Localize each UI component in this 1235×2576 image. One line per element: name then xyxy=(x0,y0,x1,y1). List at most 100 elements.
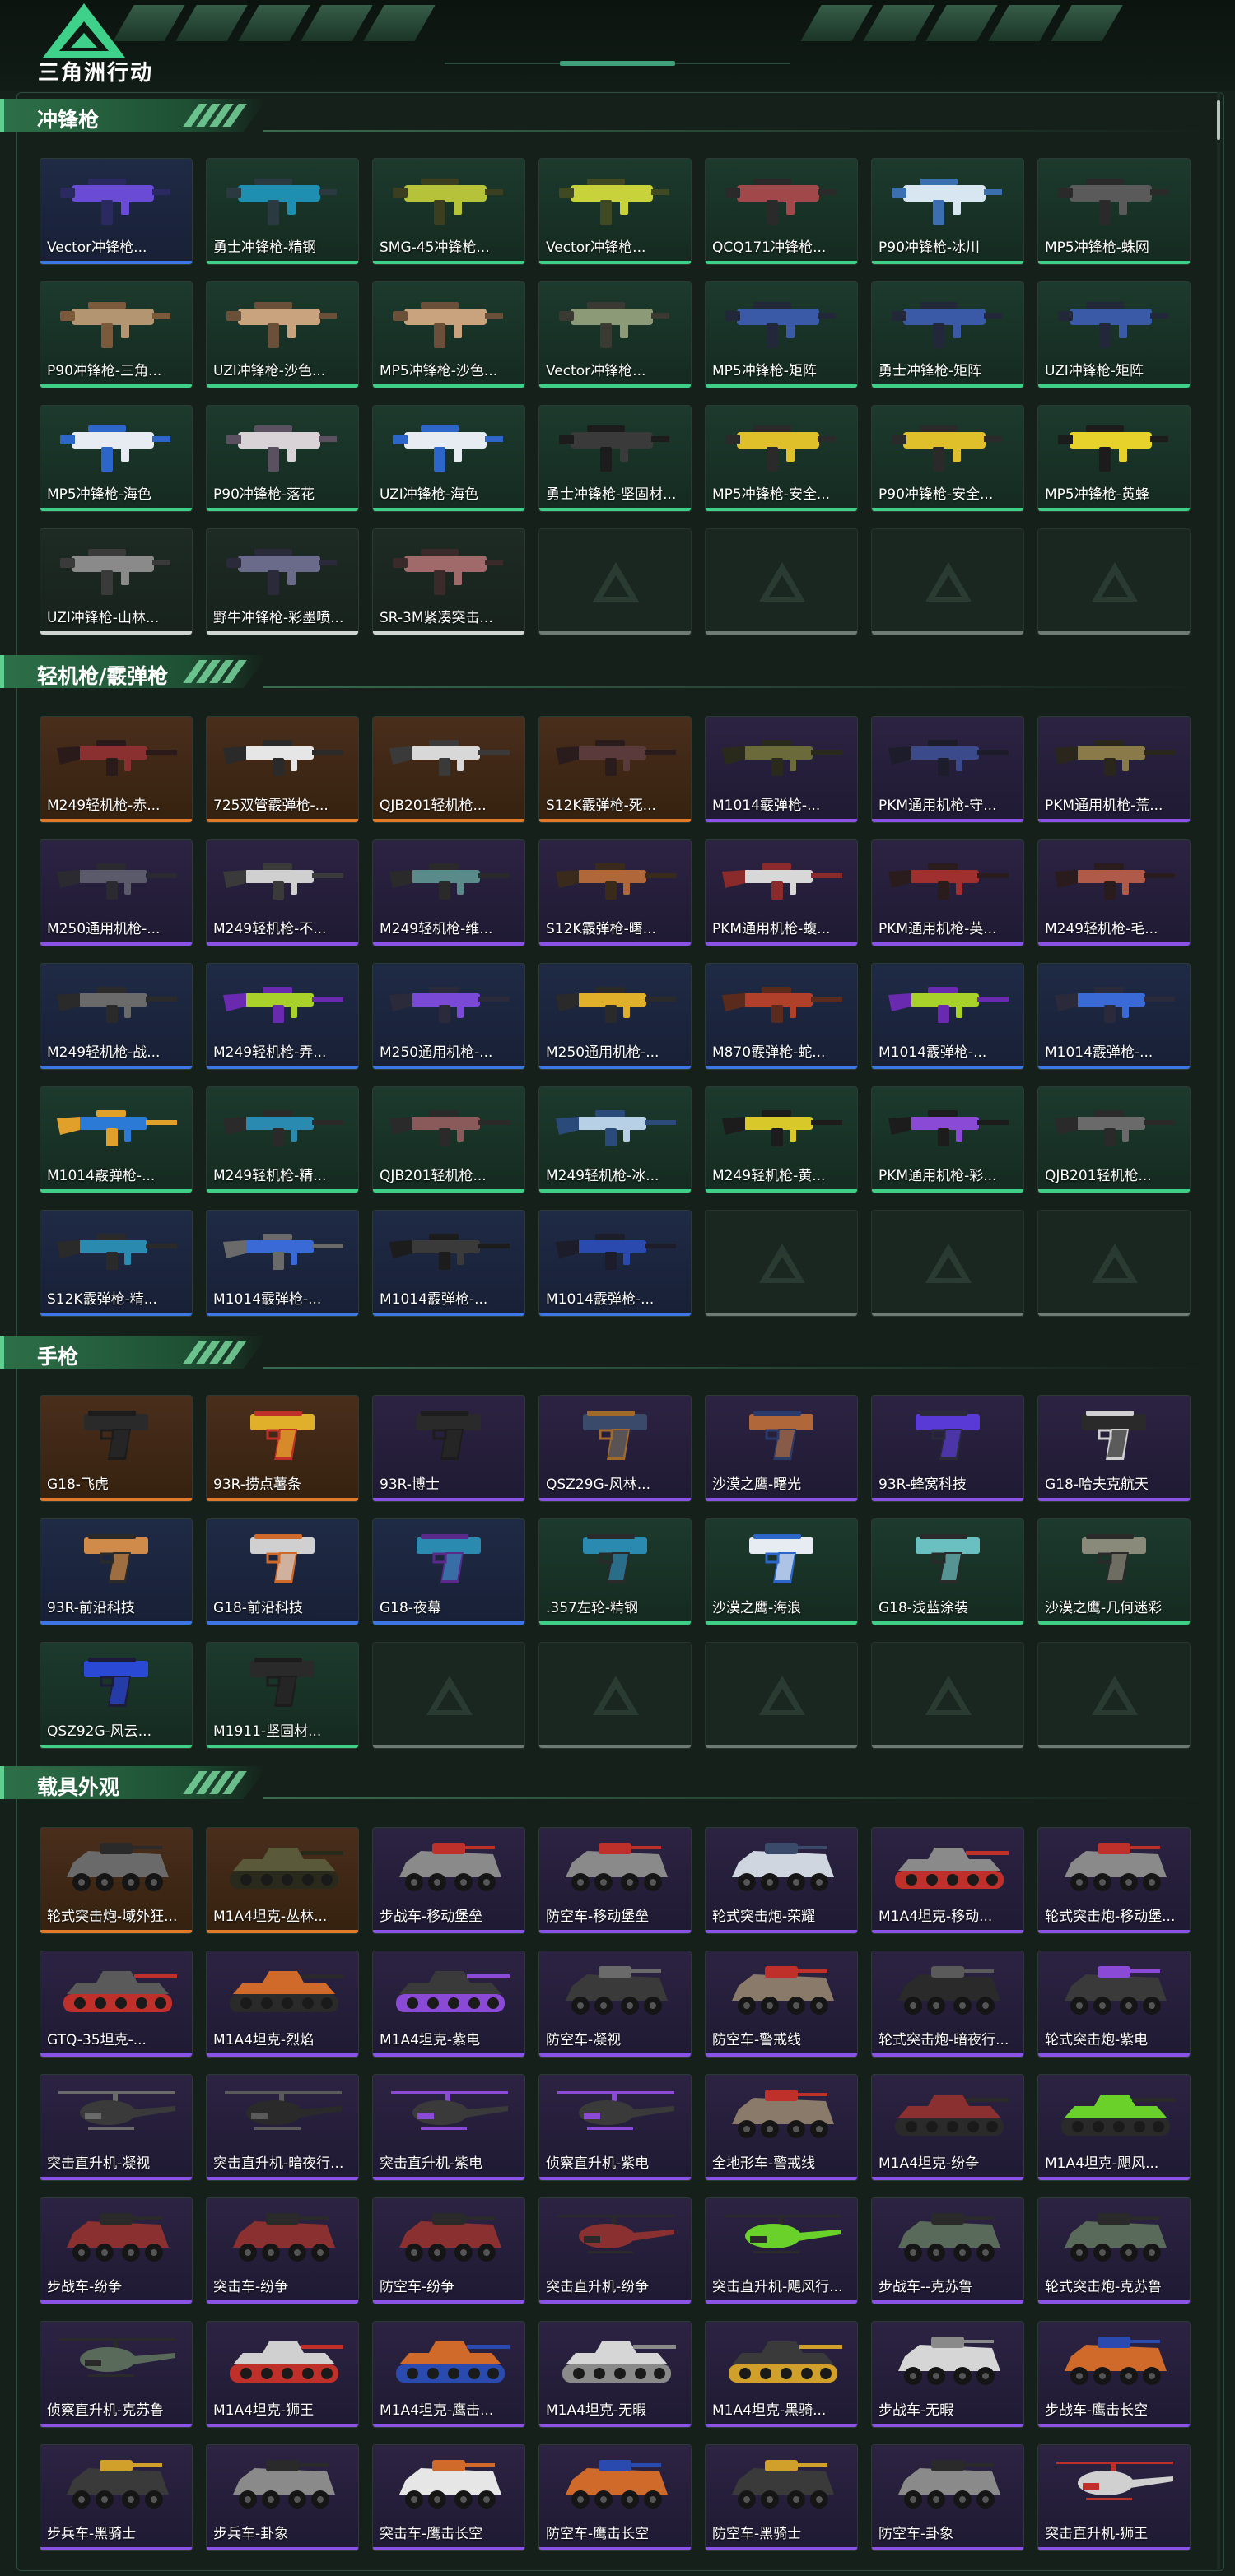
item-card[interactable]: 93R-前沿科技 xyxy=(40,1518,193,1625)
item-card[interactable]: M1014霰弹枪-... xyxy=(40,1086,193,1193)
item-card[interactable]: M1A4坦克-无暇 xyxy=(538,2321,692,2428)
item-card[interactable]: PKM通用机枪-蝮... xyxy=(705,839,858,946)
item-card[interactable]: 沙漠之鹰-几何迷彩 xyxy=(1037,1518,1191,1625)
item-card[interactable]: 突击直升机-纷争 xyxy=(538,2197,692,2304)
item-card[interactable]: M249轻机枪-战... xyxy=(40,963,193,1070)
item-card[interactable]: Vector冲锋枪... xyxy=(538,158,692,265)
item-card[interactable]: M1A4坦克-移动... xyxy=(871,1827,1024,1934)
item-card[interactable]: 突击直升机-暗夜行... xyxy=(206,2074,359,2181)
item-card[interactable]: QJB201轻机枪... xyxy=(1037,1086,1191,1193)
item-card[interactable]: 防空车-警戒线 xyxy=(705,1951,858,2058)
item-card[interactable]: PKM通用机枪-守... xyxy=(871,716,1024,823)
item-card[interactable]: M1A4坦克-紫电 xyxy=(372,1951,525,2058)
item-card[interactable]: UZI冲锋枪-山林... xyxy=(40,528,193,635)
item-card[interactable]: 步战车-鹰击长空 xyxy=(1037,2321,1191,2428)
item-card[interactable]: MP5冲锋枪-矩阵 xyxy=(705,281,858,388)
item-card[interactable]: 勇士冲锋枪-坚固材... xyxy=(538,405,692,512)
item-card[interactable]: M870霰弹枪-蛇... xyxy=(705,963,858,1070)
item-card[interactable]: 防空车-鹰击长空 xyxy=(538,2444,692,2551)
item-card[interactable]: S12K霰弹枪-精... xyxy=(40,1210,193,1317)
item-card[interactable]: G18-飞虎 xyxy=(40,1395,193,1502)
item-card[interactable]: 沙漠之鹰-海浪 xyxy=(705,1518,858,1625)
item-card[interactable]: QSZ92G-风云... xyxy=(40,1642,193,1749)
item-card[interactable]: 全地形车-警戒线 xyxy=(705,2074,858,2181)
item-card[interactable]: P90冲锋枪-落花 xyxy=(206,405,359,512)
item-card[interactable]: 93R-捞点薯条 xyxy=(206,1395,359,1502)
item-card[interactable]: MP5冲锋枪-安全... xyxy=(705,405,858,512)
item-card[interactable]: 步战车-纷争 xyxy=(40,2197,193,2304)
item-card[interactable]: UZI冲锋枪-沙色... xyxy=(206,281,359,388)
item-card[interactable]: Vector冲锋枪... xyxy=(40,158,193,265)
item-card[interactable]: M249轻机枪-维... xyxy=(372,839,525,946)
item-card[interactable]: 突击直升机-紫电 xyxy=(372,2074,525,2181)
item-card[interactable]: 防空车-凝视 xyxy=(538,1951,692,2058)
item-card[interactable]: M1A4坦克-鹰击... xyxy=(372,2321,525,2428)
item-card[interactable]: M249轻机枪-毛... xyxy=(1037,839,1191,946)
item-card[interactable]: 勇士冲锋枪-精钢 xyxy=(206,158,359,265)
item-card[interactable]: 突击直升机-凝视 xyxy=(40,2074,193,2181)
item-card[interactable]: S12K霰弹枪-死... xyxy=(538,716,692,823)
item-card[interactable]: 轮式突击炮-域外狂... xyxy=(40,1827,193,1934)
item-card[interactable]: M1014霰弹枪-... xyxy=(705,716,858,823)
scrollbar-track[interactable] xyxy=(1217,92,1220,2569)
item-card[interactable]: M1014霰弹枪-... xyxy=(206,1210,359,1317)
item-card[interactable]: M249轻机枪-不... xyxy=(206,839,359,946)
item-card[interactable]: G18-夜幕 xyxy=(372,1518,525,1625)
item-card[interactable]: 轮式突击炮-克苏鲁 xyxy=(1037,2197,1191,2304)
item-card[interactable]: M1911-坚固材... xyxy=(206,1642,359,1749)
item-card[interactable]: MP5冲锋枪-蛛网 xyxy=(1037,158,1191,265)
item-card[interactable]: 轮式突击炮-移动堡... xyxy=(1037,1827,1191,1934)
item-card[interactable]: M1A4坦克-飓风... xyxy=(1037,2074,1191,2181)
item-card[interactable]: M1014霰弹枪-... xyxy=(538,1210,692,1317)
item-card[interactable]: 725双管霰弹枪-... xyxy=(206,716,359,823)
item-card[interactable]: M1A4坦克-黑骑... xyxy=(705,2321,858,2428)
item-card[interactable]: 沙漠之鹰-曙光 xyxy=(705,1395,858,1502)
item-card[interactable]: M249轻机枪-精... xyxy=(206,1086,359,1193)
item-card[interactable]: 突击直升机-飓风行... xyxy=(705,2197,858,2304)
item-card[interactable]: 步战车--克苏鲁 xyxy=(871,2197,1024,2304)
item-card[interactable]: M1A4坦克-丛林... xyxy=(206,1827,359,1934)
item-card[interactable]: QJB201轻机枪... xyxy=(372,716,525,823)
item-card[interactable]: M249轻机枪-冰... xyxy=(538,1086,692,1193)
item-card[interactable]: M1A4坦克-狮王 xyxy=(206,2321,359,2428)
item-card[interactable]: 侦察直升机-克苏鲁 xyxy=(40,2321,193,2428)
item-card[interactable]: G18-哈夫克航天 xyxy=(1037,1395,1191,1502)
item-card[interactable]: 步战车-无暇 xyxy=(871,2321,1024,2428)
item-card[interactable]: 93R-蜂窝科技 xyxy=(871,1395,1024,1502)
item-card[interactable]: 防空车-纷争 xyxy=(372,2197,525,2304)
item-card[interactable]: 步兵车-卦象 xyxy=(206,2444,359,2551)
item-card[interactable]: 防空车-卦象 xyxy=(871,2444,1024,2551)
item-card[interactable]: M1014霰弹枪-... xyxy=(372,1210,525,1317)
item-card[interactable]: 轮式突击炮-紫电 xyxy=(1037,1951,1191,2058)
item-card[interactable]: M250通用机枪-... xyxy=(538,963,692,1070)
item-card[interactable]: PKM通用机枪-彩... xyxy=(871,1086,1024,1193)
scrollbar-thumb[interactable] xyxy=(1217,100,1220,140)
item-card[interactable]: M250通用机枪-... xyxy=(372,963,525,1070)
item-card[interactable]: 轮式突击炮-暗夜行... xyxy=(871,1951,1024,2058)
item-card[interactable]: G18-浅蓝涂装 xyxy=(871,1518,1024,1625)
item-card[interactable]: 防空车-移动堡垒 xyxy=(538,1827,692,1934)
item-card[interactable]: SMG-45冲锋枪... xyxy=(372,158,525,265)
item-card[interactable]: 轮式突击炮-荣耀 xyxy=(705,1827,858,1934)
item-card[interactable]: MP5冲锋枪-沙色... xyxy=(372,281,525,388)
item-card[interactable]: GTQ-35坦克-... xyxy=(40,1951,193,2058)
item-card[interactable]: P90冲锋枪-安全... xyxy=(871,405,1024,512)
item-card[interactable]: M250通用机枪-... xyxy=(40,839,193,946)
item-card[interactable]: M1A4坦克-纷争 xyxy=(871,2074,1024,2181)
item-card[interactable]: .357左轮-精钢 xyxy=(538,1518,692,1625)
item-card[interactable]: PKM通用机枪-荒... xyxy=(1037,716,1191,823)
item-card[interactable]: P90冲锋枪-三角... xyxy=(40,281,193,388)
item-card[interactable]: G18-前沿科技 xyxy=(206,1518,359,1625)
item-card[interactable]: UZI冲锋枪-矩阵 xyxy=(1037,281,1191,388)
item-card[interactable]: QSZ29G-风林... xyxy=(538,1395,692,1502)
item-card[interactable]: 步战车-移动堡垒 xyxy=(372,1827,525,1934)
item-card[interactable]: 勇士冲锋枪-矩阵 xyxy=(871,281,1024,388)
item-card[interactable]: MP5冲锋枪-黄蜂 xyxy=(1037,405,1191,512)
item-card[interactable]: M1A4坦克-烈焰 xyxy=(206,1951,359,2058)
item-card[interactable]: M249轻机枪-黄... xyxy=(705,1086,858,1193)
item-card[interactable]: SR-3M紧凑突击... xyxy=(372,528,525,635)
item-card[interactable]: 步兵车-黑骑士 xyxy=(40,2444,193,2551)
item-card[interactable]: UZI冲锋枪-海色 xyxy=(372,405,525,512)
item-card[interactable]: M1014霰弹枪-... xyxy=(1037,963,1191,1070)
item-card[interactable]: 93R-博士 xyxy=(372,1395,525,1502)
